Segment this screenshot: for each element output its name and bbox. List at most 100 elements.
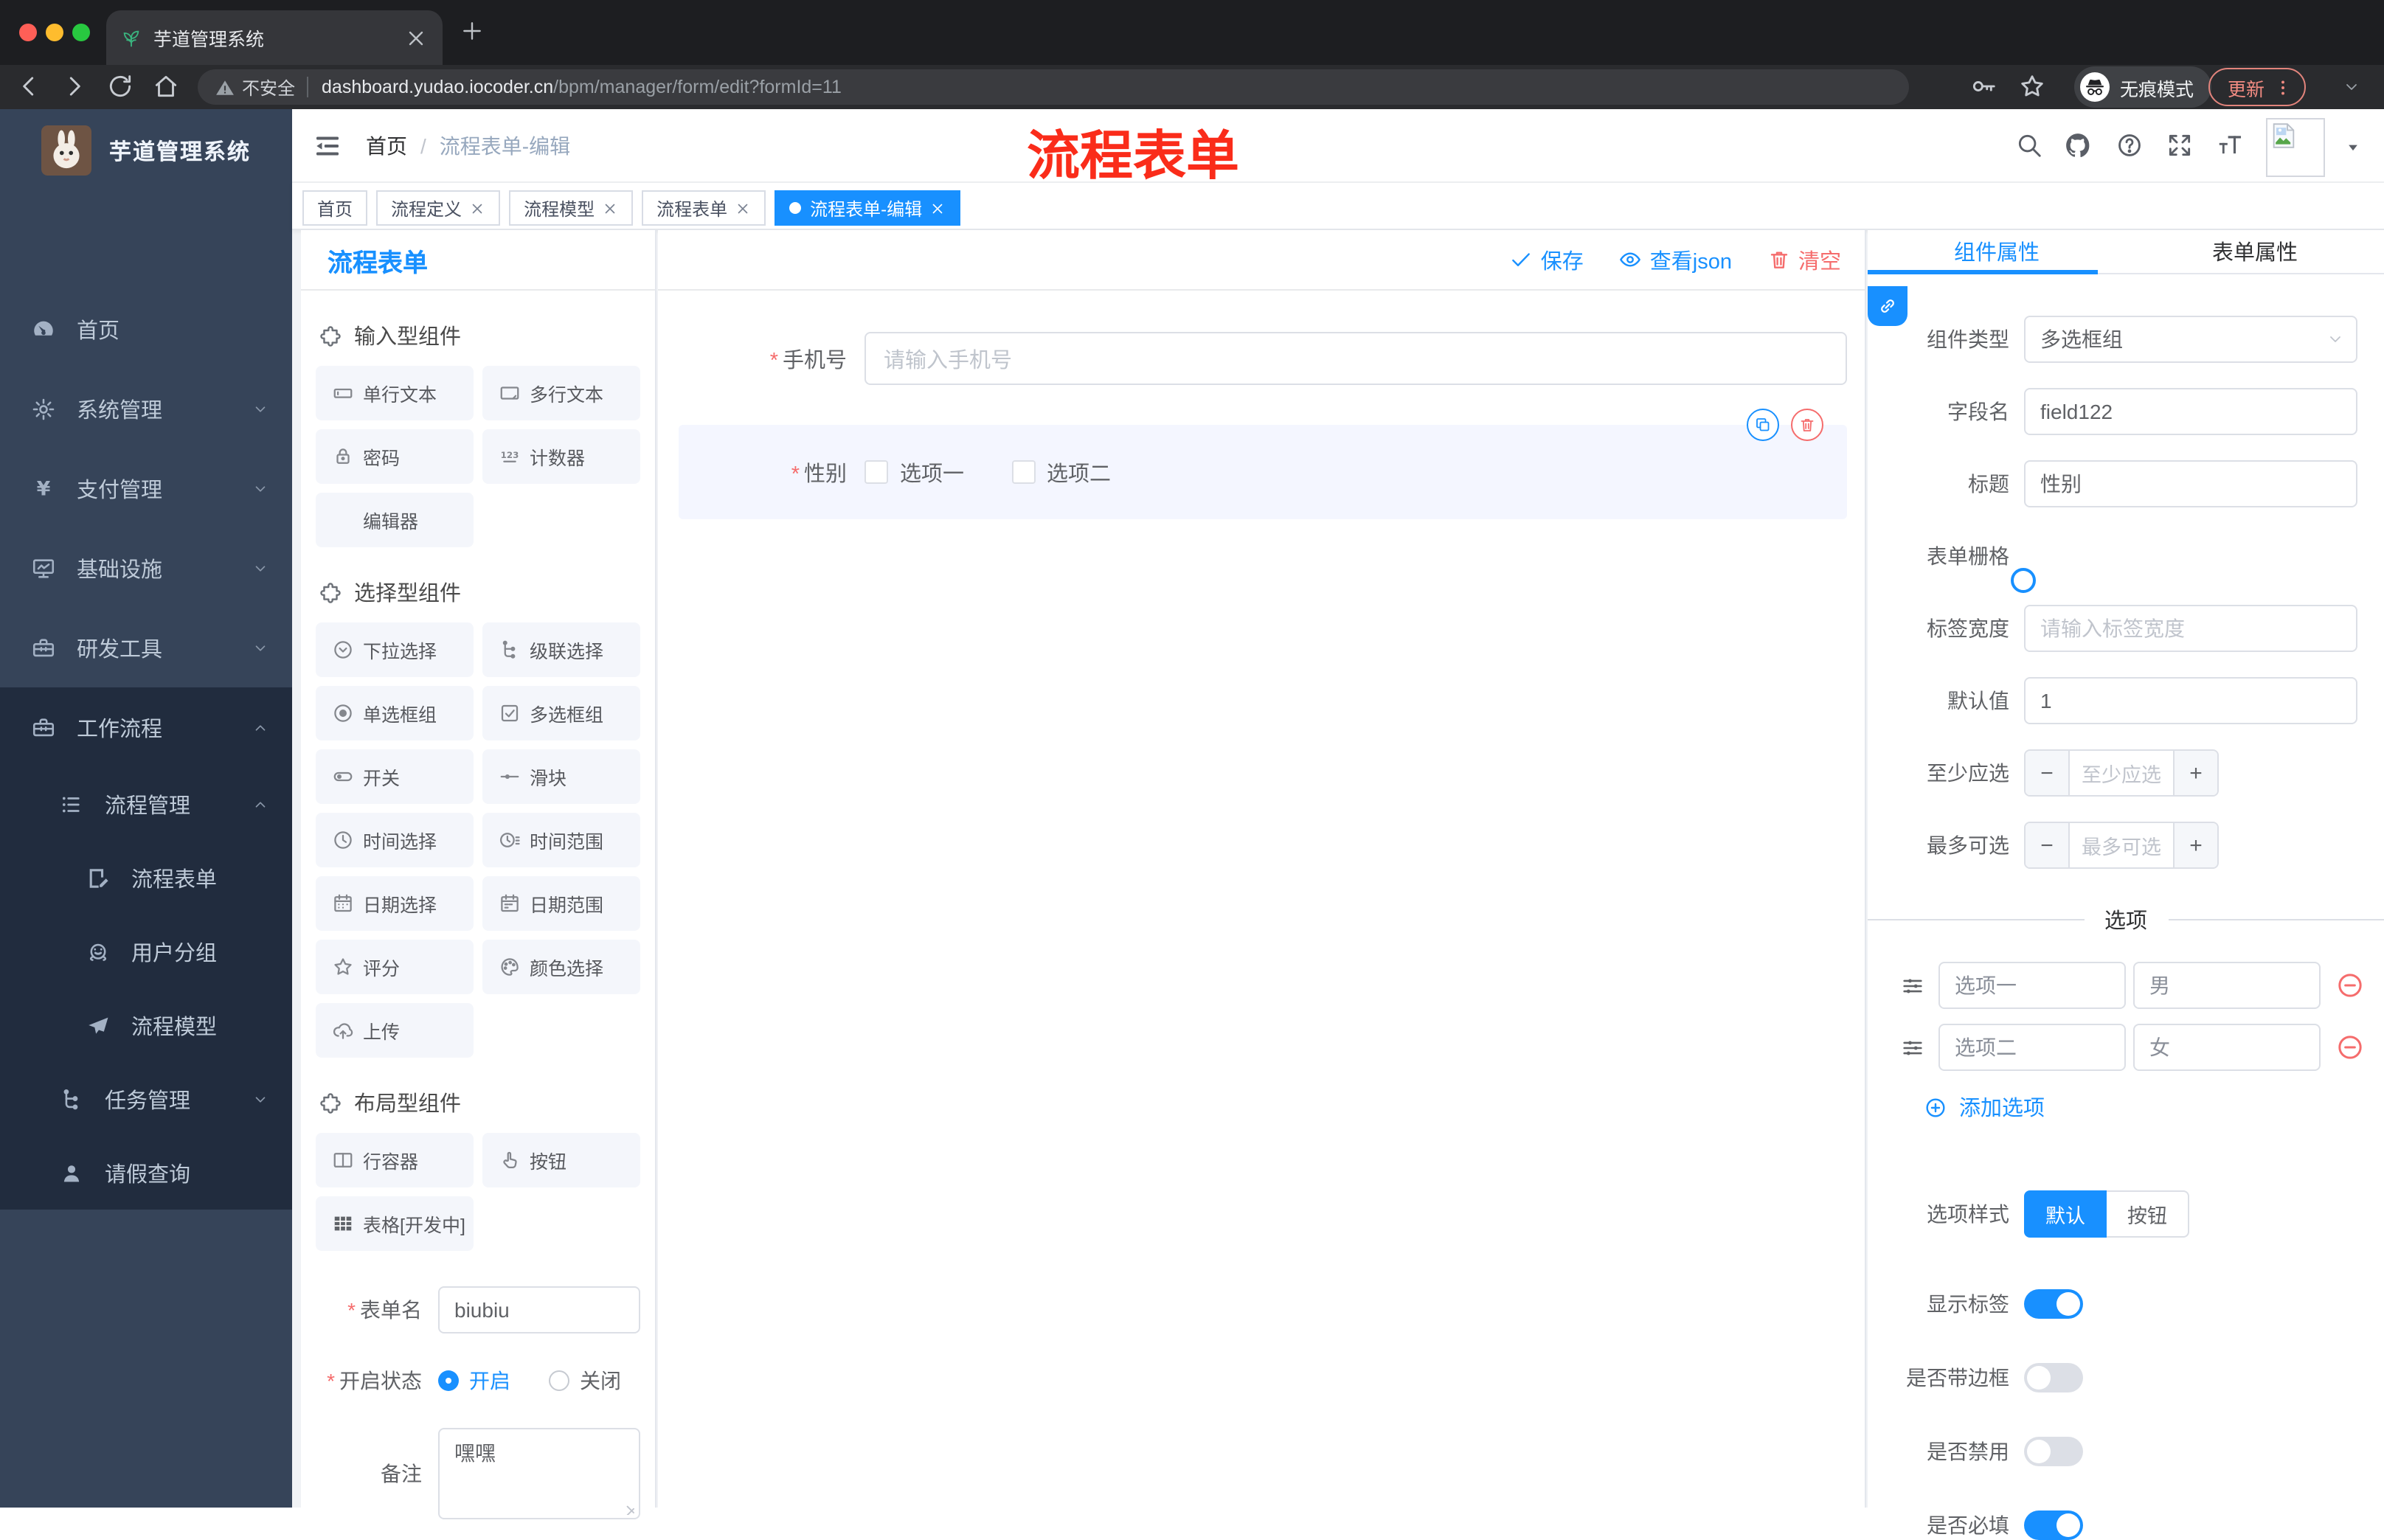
canvas-field-gender-selected[interactable]: * 性别 选项一 选项二 xyxy=(679,409,1847,519)
collapse-sidebar-icon[interactable] xyxy=(313,131,342,161)
palette-component-chip[interactable]: 多行文本 xyxy=(482,366,640,420)
style-button-button[interactable]: 按钮 xyxy=(2107,1190,2189,1238)
palette-component-chip[interactable]: 编辑器 xyxy=(316,493,474,547)
view-tag[interactable]: 流程定义 xyxy=(376,190,501,226)
view-tag[interactable]: 首页 xyxy=(302,190,368,226)
checkbox-icon[interactable] xyxy=(1011,460,1035,484)
toggle-switch[interactable] xyxy=(2024,1289,2083,1319)
sidebar-item[interactable]: 流程表单 xyxy=(0,841,292,915)
status-radio-on[interactable]: 开启 xyxy=(438,1366,510,1395)
help-icon[interactable] xyxy=(2116,131,2144,159)
sidebar-item[interactable]: 用户分组 xyxy=(0,915,292,988)
address-bar[interactable]: 不安全 dashboard.yudao.iocoder.cn/bpm/manag… xyxy=(198,69,1909,105)
view-tag[interactable]: 流程表单-编辑 xyxy=(775,190,961,226)
resize-handle-icon[interactable] xyxy=(623,1502,636,1515)
default-value-input[interactable]: 1 xyxy=(2024,677,2357,724)
avatar-caret-icon[interactable] xyxy=(2346,140,2360,155)
sidebar-item[interactable]: 请假查询 xyxy=(0,1136,292,1210)
palette-component-chip[interactable]: 行容器 xyxy=(316,1133,474,1187)
form-remark-textarea[interactable]: 嘿嘿 xyxy=(438,1428,640,1519)
new-tab-button[interactable] xyxy=(460,19,484,43)
browser-tab[interactable]: 芋道管理系统 xyxy=(106,10,443,65)
palette-component-chip[interactable]: 滑块 xyxy=(482,749,640,804)
canvas-action-button[interactable]: 查看json xyxy=(1619,244,1732,275)
close-tag-icon[interactable] xyxy=(469,200,485,216)
reload-icon[interactable] xyxy=(106,72,134,100)
palette-component-chip[interactable]: 下拉选择 xyxy=(316,622,474,677)
label-width-input[interactable]: 请输入标签宽度 xyxy=(2024,605,2357,652)
tab-form-props[interactable]: 表单属性 xyxy=(2126,230,2384,273)
drag-handle-icon[interactable] xyxy=(1900,973,1925,998)
option-label-input[interactable]: 选项一 xyxy=(1938,962,2126,1009)
form-name-input[interactable]: biubiu xyxy=(438,1286,640,1333)
remove-option-button[interactable] xyxy=(2335,971,2365,1000)
font-size-icon[interactable] xyxy=(2216,131,2244,159)
option-label-input[interactable]: 选项二 xyxy=(1938,1024,2126,1071)
palette-component-chip[interactable]: 密码 xyxy=(316,429,474,484)
sidebar-item[interactable]: 研发工具 xyxy=(0,608,292,687)
toggle-switch[interactable] xyxy=(2024,1363,2083,1392)
view-tag[interactable]: 流程模型 xyxy=(509,190,634,226)
phone-input[interactable]: 请输入手机号 xyxy=(864,332,1847,385)
remove-option-button[interactable] xyxy=(2335,1033,2365,1062)
breadcrumb-home[interactable]: 首页 xyxy=(366,131,407,161)
palette-component-chip[interactable]: 单行文本 xyxy=(316,366,474,420)
canvas-field-phone[interactable]: * 手机号 请输入手机号 xyxy=(679,332,1847,385)
palette-component-chip[interactable]: 表格[开发中] xyxy=(316,1196,474,1251)
chrome-caret-icon[interactable] xyxy=(2343,78,2360,96)
gender-option-2[interactable]: 选项二 xyxy=(1011,457,1111,488)
palette-component-chip[interactable]: 日期范围 xyxy=(482,876,640,931)
link-badge[interactable] xyxy=(1868,286,1907,326)
bookmark-star-icon[interactable] xyxy=(2018,72,2046,100)
close-tag-icon[interactable] xyxy=(602,200,618,216)
toggle-switch[interactable] xyxy=(2024,1510,2083,1540)
update-browser-button[interactable]: 更新 xyxy=(2208,68,2307,106)
fullscreen-icon[interactable] xyxy=(2166,131,2194,159)
plus-button[interactable]: + xyxy=(2173,751,2217,795)
forward-icon[interactable] xyxy=(60,72,89,100)
back-icon[interactable] xyxy=(15,72,43,100)
palette-component-chip[interactable]: 级联选择 xyxy=(482,622,640,677)
sidebar-item[interactable]: 任务管理 xyxy=(0,1062,292,1136)
palette-component-chip[interactable]: 123 计数器 xyxy=(482,429,640,484)
plus-button[interactable]: + xyxy=(2173,823,2217,867)
minus-button[interactable]: − xyxy=(2026,751,2070,795)
palette-component-chip[interactable]: 日期选择 xyxy=(316,876,474,931)
palette-component-chip[interactable]: 时间选择 xyxy=(316,813,474,867)
delete-field-button[interactable] xyxy=(1791,409,1823,441)
minimize-window-button[interactable] xyxy=(46,24,63,41)
palette-component-chip[interactable]: 时间范围 xyxy=(482,813,640,867)
palette-component-chip[interactable]: 开关 xyxy=(316,749,474,804)
close-tab-icon[interactable] xyxy=(404,26,428,49)
close-window-button[interactable] xyxy=(19,24,37,41)
sidebar-item[interactable]: 流程模型 xyxy=(0,988,292,1062)
sidebar-item[interactable]: 首页 xyxy=(0,289,292,369)
palette-component-chip[interactable]: 上传 xyxy=(316,1003,474,1058)
component-type-select[interactable]: 多选框组 xyxy=(2024,316,2357,363)
palette-component-chip[interactable]: 颜色选择 xyxy=(482,940,640,994)
view-tag[interactable]: 流程表单 xyxy=(642,190,766,226)
gender-option-1[interactable]: 选项一 xyxy=(864,457,964,488)
sidebar-item[interactable]: ¥ 支付管理 xyxy=(0,448,292,528)
home-icon[interactable] xyxy=(152,72,180,100)
palette-component-chip[interactable]: 按钮 xyxy=(482,1133,640,1187)
option-value-input[interactable]: 男 xyxy=(2133,962,2321,1009)
zoom-window-button[interactable] xyxy=(72,24,90,41)
sidebar-item[interactable]: 系统管理 xyxy=(0,369,292,448)
password-key-icon[interactable] xyxy=(1969,72,1997,100)
sidebar-item[interactable]: 工作流程 xyxy=(0,687,292,767)
tab-component-props[interactable]: 组件属性 xyxy=(1868,230,2126,273)
option-value-input[interactable]: 女 xyxy=(2133,1024,2321,1071)
min-checked-stepper[interactable]: − 至少应选 + xyxy=(2024,749,2219,797)
field-name-input[interactable]: field122 xyxy=(2024,388,2357,435)
sidebar-item[interactable]: 基础设施 xyxy=(0,528,292,608)
max-checked-stepper[interactable]: − 最多可选 + xyxy=(2024,822,2219,869)
sidebar-item[interactable]: 流程管理 xyxy=(0,767,292,841)
palette-component-chip[interactable]: 单选框组 xyxy=(316,686,474,740)
palette-component-chip[interactable]: 多选框组 xyxy=(482,686,640,740)
canvas-action-button[interactable]: 保存 xyxy=(1510,244,1584,275)
browser-menu-icon[interactable] xyxy=(2273,77,2293,97)
palette-component-chip[interactable]: 评分 xyxy=(316,940,474,994)
slider-handle[interactable] xyxy=(2011,568,2036,593)
drag-handle-icon[interactable] xyxy=(1900,1035,1925,1060)
